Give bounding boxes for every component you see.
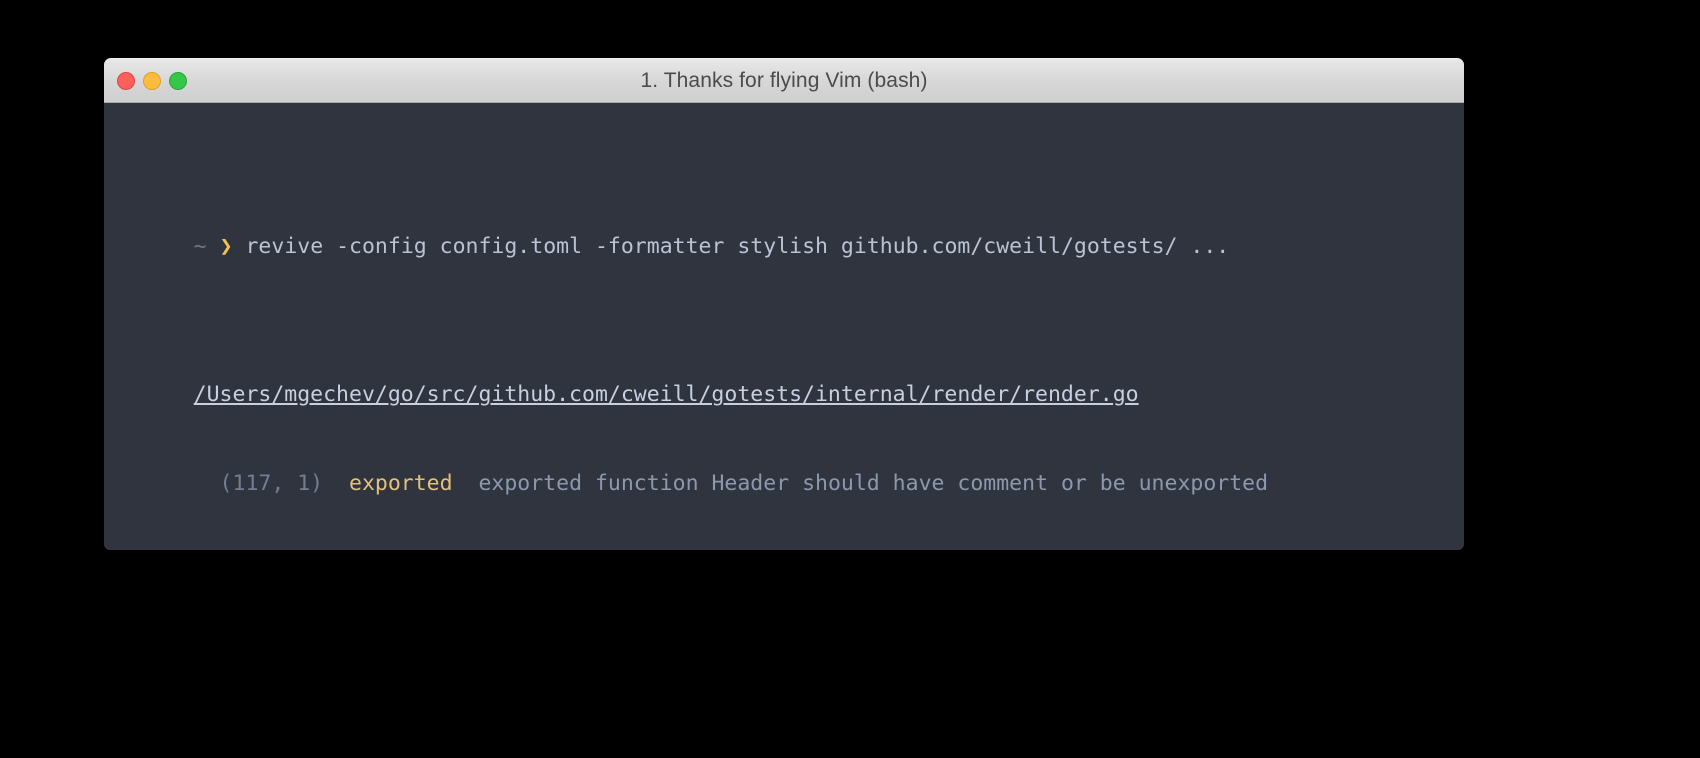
issue-message: exported function Header should have com… xyxy=(478,471,1269,497)
close-window-icon[interactable] xyxy=(117,71,135,90)
issue-row: (117, 1) exported exported function Head… xyxy=(104,440,1464,496)
window-titlebar[interactable]: 1. Thanks for flying Vim (bash) xyxy=(104,58,1464,103)
issue-row: (125, 1) exported exported function Test… xyxy=(104,529,1464,550)
command-text: revive -config config.toml -formatter st… xyxy=(245,233,1230,259)
minimize-window-icon[interactable] xyxy=(143,71,161,90)
prompt-line: ~ ❯ revive -config config.toml -formatte… xyxy=(104,202,1464,259)
file-path-link[interactable]: /Users/mgechev/go/src/github.com/cweill/… xyxy=(194,382,1139,407)
traffic-light-group xyxy=(117,59,187,102)
terminal-window[interactable]: 1. Thanks for flying Vim (bash) ~ ❯ revi… xyxy=(104,58,1464,550)
issue-position: (117, 1) xyxy=(193,471,324,497)
issue-rule: exported xyxy=(349,471,453,497)
prompt-cwd: ~ xyxy=(193,233,207,259)
window-title: 1. Thanks for flying Vim (bash) xyxy=(640,68,928,92)
maximize-window-icon[interactable] xyxy=(169,71,187,90)
prompt-symbol-icon: ❯ xyxy=(219,233,233,259)
terminal-output-area[interactable]: ~ ❯ revive -config config.toml -formatte… xyxy=(104,103,1464,550)
file-path-line[interactable]: /Users/mgechev/go/src/github.com/cweill/… xyxy=(104,351,1464,407)
